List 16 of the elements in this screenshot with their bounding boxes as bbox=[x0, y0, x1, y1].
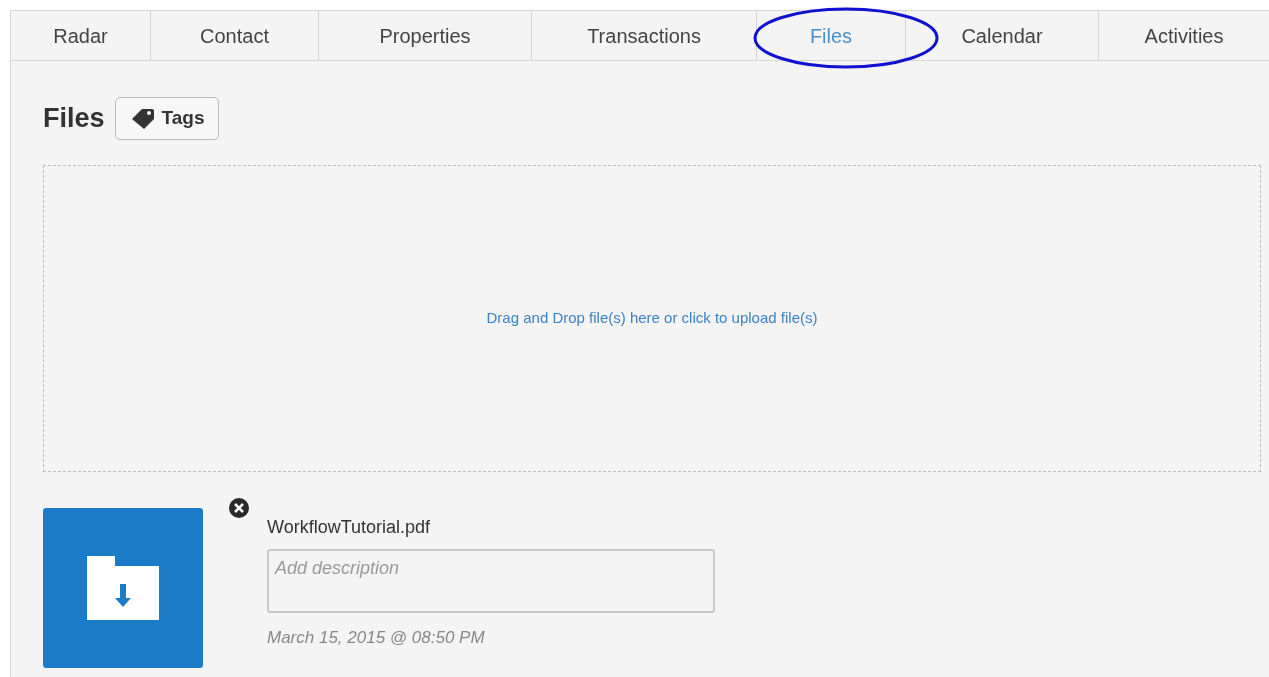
upload-date: March 15, 2015 @ 08:50 PM bbox=[267, 627, 486, 649]
description-field[interactable]: Add description bbox=[267, 549, 715, 613]
tab[interactable]: Properties bbox=[379, 20, 471, 51]
drop-zone-text[interactable]: Drag and Drop file(s) here or click to upload file(s) bbox=[486, 307, 818, 330]
tab[interactable]: Radar bbox=[53, 20, 108, 51]
folder-download-icon bbox=[87, 556, 159, 620]
file-name: WorkflowTutorial.pdf bbox=[267, 516, 432, 539]
page-heading: Files bbox=[43, 101, 105, 135]
remove-icon[interactable] bbox=[229, 498, 249, 518]
tab[interactable]: Transactions bbox=[587, 20, 701, 51]
tab[interactable]: Calendar bbox=[961, 20, 1043, 51]
tab[interactable]: Contact bbox=[200, 20, 269, 51]
drop-zone[interactable]: Drag and Drop file(s) here or click to upload file(s) bbox=[43, 165, 1261, 472]
file-thumbnail[interactable] bbox=[43, 508, 203, 668]
tags-button[interactable]: Tags bbox=[114, 96, 220, 140]
tab[interactable]: Activities bbox=[1144, 20, 1224, 51]
